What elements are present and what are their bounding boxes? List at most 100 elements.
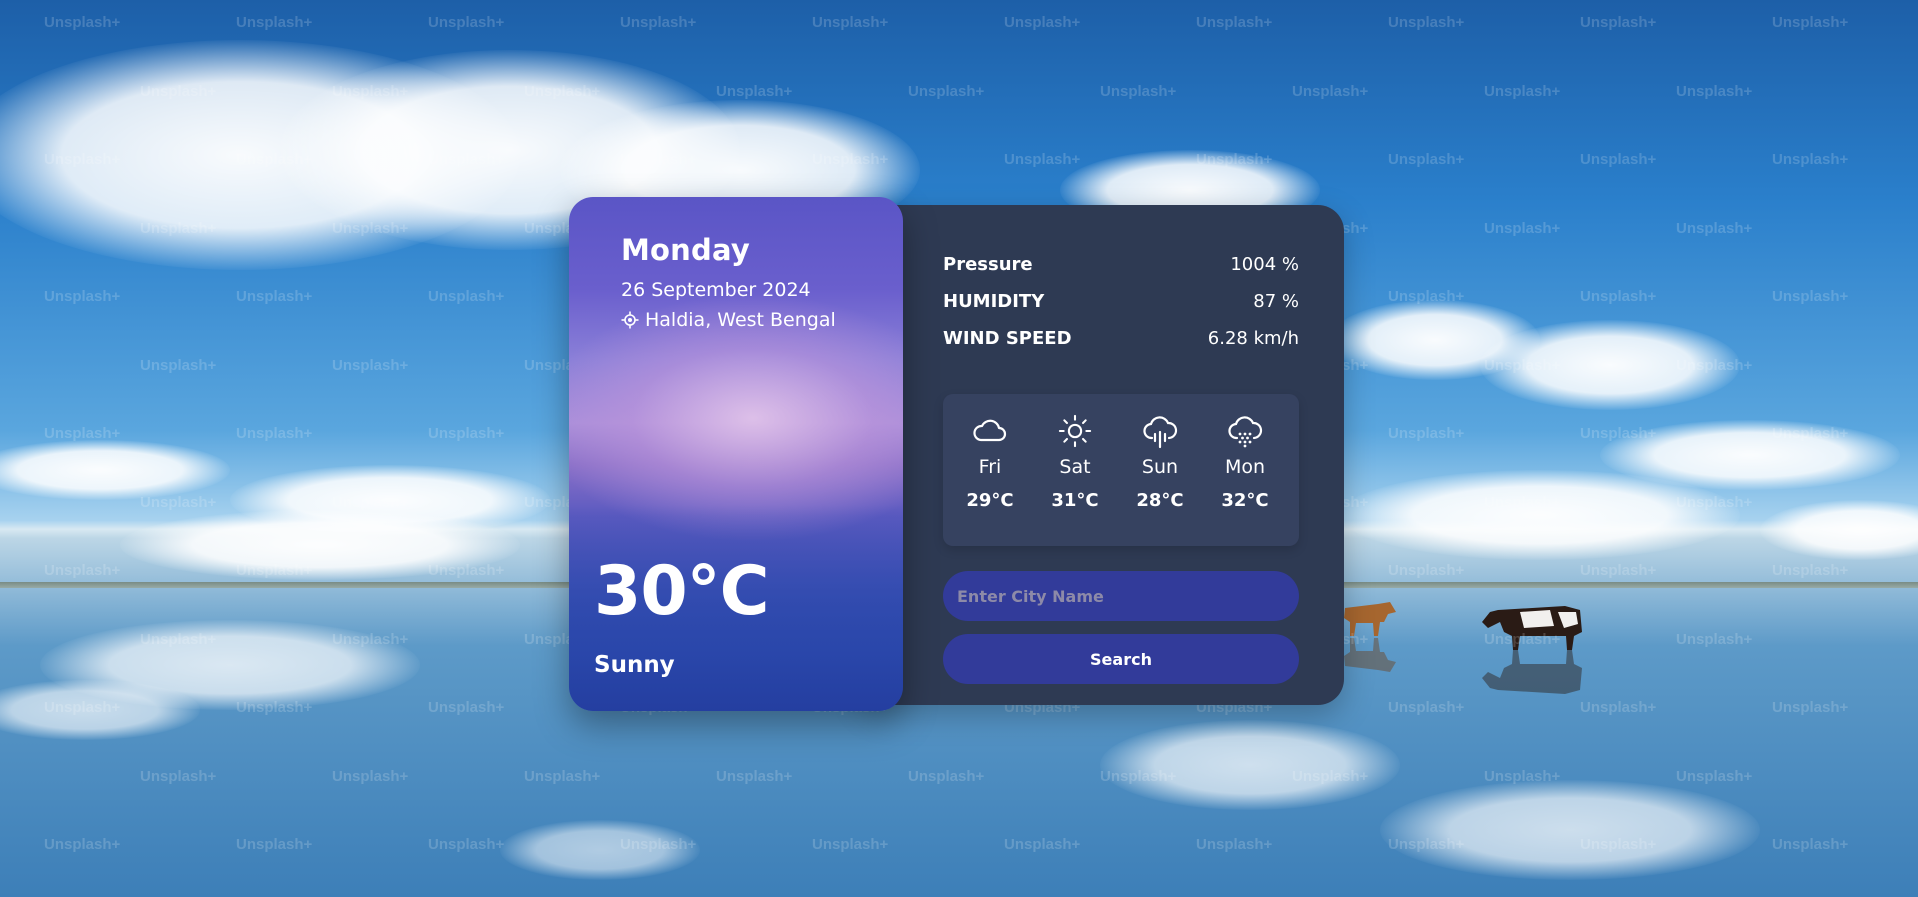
watermark-text: Unsplash+ (236, 288, 313, 305)
watermark-text: Unsplash+ (332, 356, 409, 374)
watermark-text: Unsplash+ (620, 151, 697, 168)
stat-label: HUMIDITY (943, 291, 1045, 312)
watermark-text: Unsplash+ (1676, 630, 1753, 648)
stat-label: Pressure (943, 254, 1033, 275)
cloud-shape (1340, 470, 1740, 560)
cloud-icon (955, 414, 1025, 450)
current-temperature: 30°C (594, 552, 770, 631)
watermark-text: Unsplash+ (1676, 82, 1753, 100)
watermark-text: Unsplash+ (908, 767, 985, 785)
watermark-text: Unsplash+ (140, 356, 217, 374)
city-search-input[interactable] (943, 571, 1299, 621)
forecast-item: Sat 31°C (1040, 414, 1110, 511)
watermark-text: Unsplash+ (1196, 836, 1273, 853)
watermark-text: Unsplash+ (1388, 14, 1465, 31)
watermark-text: Unsplash+ (524, 82, 601, 100)
current-condition: Sunny (594, 652, 675, 678)
watermark-text: Unsplash+ (1100, 767, 1177, 785)
stat-pressure: Pressure 1004 % (943, 246, 1299, 283)
cloud-shape (1760, 500, 1918, 560)
watermark-text: Unsplash+ (236, 425, 313, 442)
watermark-text: Unsplash+ (1004, 151, 1081, 168)
forecast-item: Fri 29°C (955, 414, 1025, 511)
watermark-text: Unsplash+ (1772, 836, 1849, 853)
watermark-text: Unsplash+ (1292, 767, 1369, 785)
watermark-text: Unsplash+ (1676, 219, 1753, 237)
watermark-text: Unsplash+ (1484, 219, 1561, 237)
watermark-text: Unsplash+ (1388, 425, 1465, 442)
watermark-text: Unsplash+ (1580, 151, 1657, 168)
watermark-text: Unsplash+ (44, 699, 121, 716)
watermark-text: Unsplash+ (1004, 14, 1081, 31)
watermark-text: Unsplash+ (140, 219, 217, 237)
watermark-text: Unsplash+ (236, 562, 313, 579)
watermark-text: Unsplash+ (1484, 767, 1561, 785)
watermark-text: Unsplash+ (620, 14, 697, 31)
forecast-day: Sun (1141, 456, 1179, 478)
location-label: Haldia, West Bengal (645, 309, 836, 331)
watermark-text: Unsplash+ (620, 836, 697, 853)
watermark-text: Unsplash+ (1580, 288, 1657, 305)
watermark-text: Unsplash+ (1580, 14, 1657, 31)
stat-value: 6.28 km/h (1207, 328, 1299, 349)
watermark-text: Unsplash+ (428, 562, 505, 579)
forecast-temp: 29°C (966, 490, 1014, 511)
watermark-text: Unsplash+ (332, 630, 409, 648)
forecast-temp: 31°C (1051, 490, 1099, 511)
watermark-text: Unsplash+ (1676, 767, 1753, 785)
snow-icon (1210, 414, 1280, 450)
watermark-text: Unsplash+ (428, 151, 505, 168)
forecast-temp: 28°C (1136, 490, 1184, 511)
watermark-text: Unsplash+ (236, 836, 313, 853)
stat-value: 1004 % (1230, 254, 1299, 275)
watermark-text: Unsplash+ (1196, 151, 1273, 168)
watermark-text: Unsplash+ (1772, 562, 1849, 579)
watermark-text: Unsplash+ (1676, 493, 1753, 511)
watermark-text: Unsplash+ (332, 493, 409, 511)
forecast-item: Sun 28°C (1125, 414, 1195, 511)
watermark-text: Unsplash+ (716, 82, 793, 100)
watermark-text: Unsplash+ (428, 425, 505, 442)
watermark-text: Unsplash+ (1772, 699, 1849, 716)
stats-list: Pressure 1004 % HUMIDITY 87 % WIND SPEED… (943, 246, 1299, 357)
watermark-text: Unsplash+ (908, 82, 985, 100)
watermark-text: Unsplash+ (1388, 151, 1465, 168)
watermark-text: Unsplash+ (428, 699, 505, 716)
watermark-text: Unsplash+ (332, 219, 409, 237)
cloud-reflection (1100, 720, 1400, 810)
stat-humidity: HUMIDITY 87 % (943, 283, 1299, 320)
watermark-text: Unsplash+ (1580, 836, 1657, 853)
watermark-text: Unsplash+ (1388, 836, 1465, 853)
current-weather-card: Monday 26 September 2024 Haldia, West Be… (569, 197, 903, 711)
watermark-text: Unsplash+ (428, 14, 505, 31)
watermark-text: Unsplash+ (140, 630, 217, 648)
watermark-text: Unsplash+ (236, 699, 313, 716)
watermark-text: Unsplash+ (332, 767, 409, 785)
watermark-text: Unsplash+ (1100, 82, 1177, 100)
watermark-text: Unsplash+ (140, 493, 217, 511)
cloud-reflection (1380, 780, 1760, 880)
forecast-temp: 32°C (1221, 490, 1269, 511)
search-button[interactable]: Search (943, 634, 1299, 684)
watermark-text: Unsplash+ (1004, 836, 1081, 853)
watermark-text: Unsplash+ (1772, 425, 1849, 442)
cow-image (1482, 606, 1582, 694)
watermark-text: Unsplash+ (428, 836, 505, 853)
current-date: 26 September 2024 (621, 279, 811, 301)
location-target-icon (621, 311, 639, 329)
forecast-day: Sat (1059, 456, 1091, 478)
watermark-text: Unsplash+ (140, 767, 217, 785)
watermark-text: Unsplash+ (1772, 288, 1849, 305)
forecast-item: Mon 32°C (1210, 414, 1280, 511)
stat-wind-speed: WIND SPEED 6.28 km/h (943, 320, 1299, 357)
watermark-text: Unsplash+ (44, 425, 121, 442)
watermark-text: Unsplash+ (44, 836, 121, 853)
watermark-text: Unsplash+ (236, 14, 313, 31)
watermark-text: Unsplash+ (524, 767, 601, 785)
forecast-box: Fri 29°C Sat 31°C Sun 28°C Mon 32°C (943, 394, 1299, 546)
watermark-text: Unsplash+ (1580, 562, 1657, 579)
watermark-text: Unsplash+ (1292, 82, 1369, 100)
watermark-text: Unsplash+ (428, 288, 505, 305)
current-day: Monday (621, 233, 750, 267)
watermark-text: Unsplash+ (44, 151, 121, 168)
